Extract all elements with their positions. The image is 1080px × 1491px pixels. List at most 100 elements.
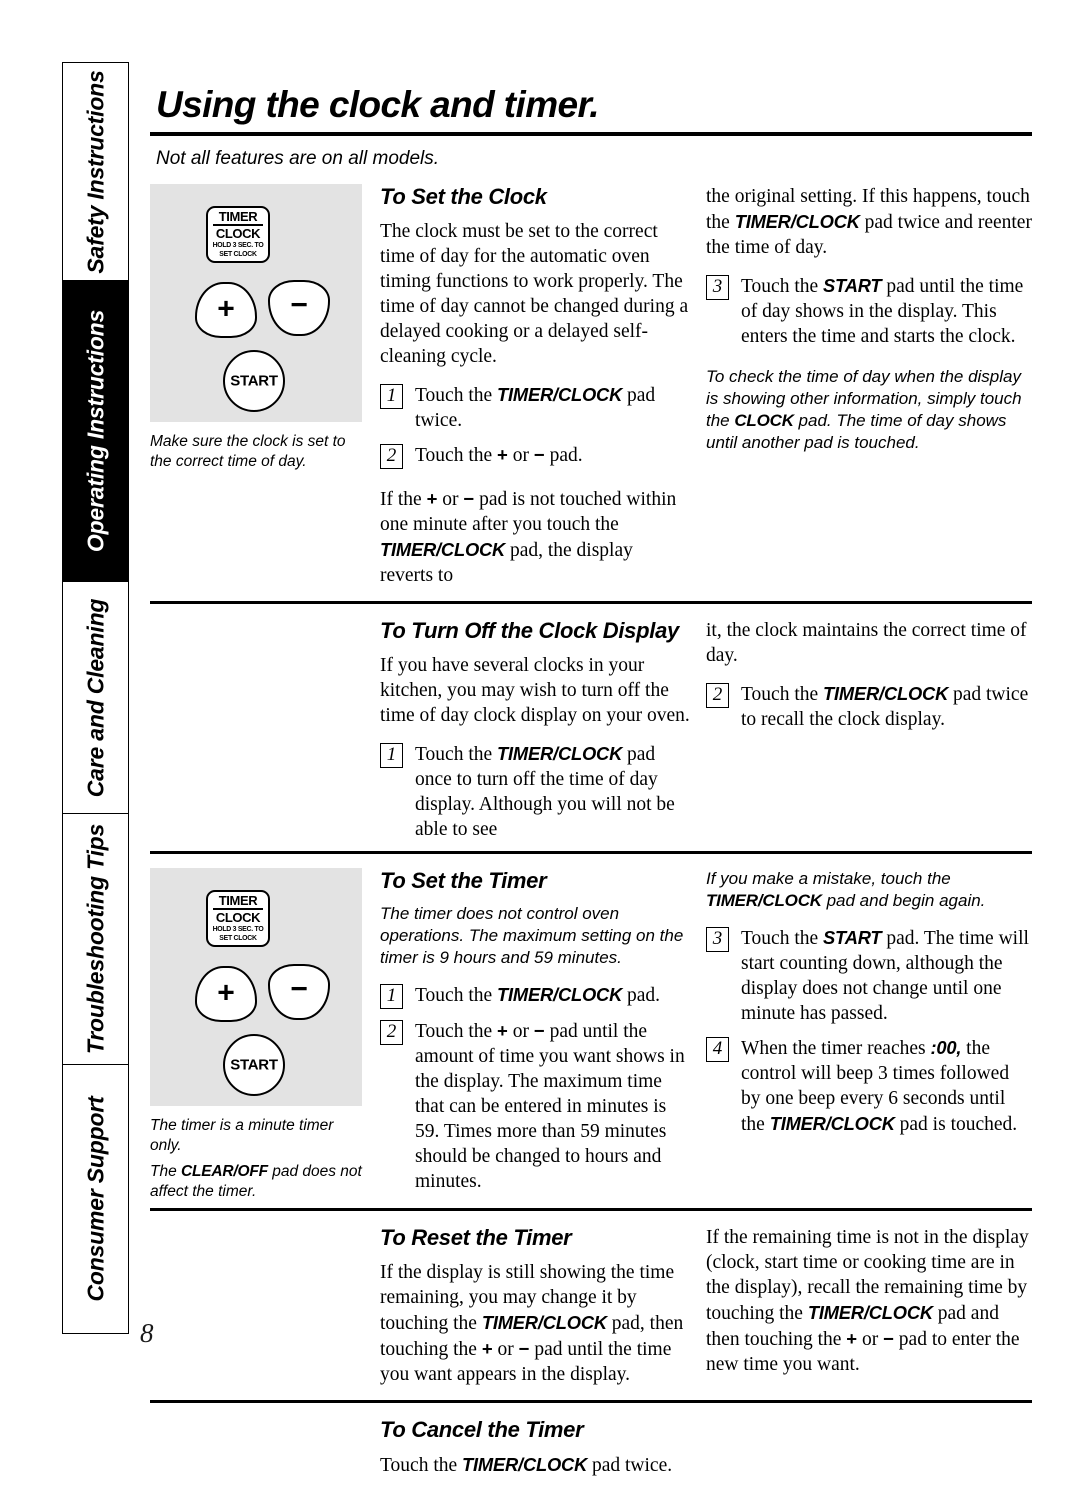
continued-paragraph: the original setting. If this happens, t… — [706, 184, 1032, 260]
start-pad-icon[interactable]: START — [223, 1034, 285, 1096]
step-number: 3 — [706, 275, 729, 300]
pad-name: START — [823, 927, 882, 948]
sidebar-item-safety-instructions[interactable]: Safety Instructions — [62, 62, 129, 281]
timer-value: :00, — [930, 1037, 962, 1058]
step-text-pre: When the timer reaches — [741, 1038, 931, 1059]
body-paragraph: If the remaining time is not in the disp… — [706, 1225, 1032, 1377]
note-paragraph: If you make a mistake, touch the TIMER/C… — [706, 868, 1032, 912]
sidebar-item-label: Safety Instructions — [82, 69, 108, 274]
step-text: Touch the START pad until the time of da… — [741, 273, 1032, 349]
note-post: pad and begin again. — [821, 891, 986, 910]
step-number: 1 — [380, 743, 403, 768]
pad-name: TIMER/CLOCK — [734, 211, 860, 232]
pad-name: TIMER/CLOCK — [807, 1302, 933, 1323]
control-panel-graphic: TIMER CLOCK HOLD 3 SEC. TO SET CLOCK + −… — [150, 184, 362, 422]
pad-name: TIMER/CLOCK — [706, 891, 822, 910]
sidebar-item-label: Consumer Support — [82, 1096, 108, 1302]
step-1: 1 Touch the TIMER/CLOCK pad. — [380, 982, 690, 1009]
sidebar-item-troubleshooting-tips[interactable]: Troubleshooting Tips — [62, 812, 129, 1066]
pad-name: TIMER/CLOCK — [481, 1312, 607, 1333]
timer-label: TIMER — [218, 893, 258, 908]
step-number: 2 — [380, 1020, 403, 1045]
step-3: 3 Touch the START pad until the time of … — [706, 273, 1032, 349]
column-turn-off-left: To Turn Off the Clock Display If you hav… — [380, 618, 706, 851]
section-turn-off-clock-display: To Turn Off the Clock Display If you hav… — [150, 604, 1032, 851]
minus-glyph: − — [290, 972, 308, 1006]
minus-symbol: − — [533, 444, 545, 465]
minus-pad-icon[interactable]: − — [268, 964, 330, 1020]
pad-name: TIMER/CLOCK — [497, 743, 623, 764]
sidebar-item-operating-instructions[interactable]: Operating Instructions — [62, 279, 129, 583]
step-number: 2 — [706, 683, 729, 708]
step-text-pre: Touch the — [741, 684, 824, 705]
sidebar-item-consumer-support[interactable]: Consumer Support — [62, 1064, 129, 1334]
step-text-pre: Touch the — [415, 985, 498, 1006]
sidebar-item-care-and-cleaning[interactable]: Care and Cleaning — [62, 581, 129, 814]
step-2: 2 Touch the + or − pad. — [380, 442, 690, 469]
step-text: Touch the TIMER/CLOCK pad twice. — [415, 382, 690, 433]
step-text: Touch the START pad. The time will start… — [741, 925, 1032, 1026]
step-text: Touch the TIMER/CLOCK pad once to turn o… — [415, 741, 690, 842]
section-set-the-clock: TIMER CLOCK HOLD 3 SEC. TO SET CLOCK + −… — [150, 170, 1032, 601]
pad-name: TIMER/CLOCK — [380, 539, 506, 560]
section-heading: To Set the Clock — [380, 184, 547, 209]
pad-name: TIMER/CLOCK — [823, 683, 949, 704]
sidebar-item-label: Care and Cleaning — [82, 598, 108, 797]
step-2: 2 Touch the + or − pad until the amount … — [380, 1018, 690, 1194]
step-text-pre: Touch the — [741, 928, 824, 949]
intro-paragraph: If you have several clocks in your kitch… — [380, 655, 690, 726]
start-label: START — [230, 1056, 278, 1074]
minus-symbol: − — [533, 1020, 545, 1041]
conjunction: or — [507, 1021, 534, 1042]
pad-name: TIMER/CLOCK — [497, 384, 623, 405]
plus-symbol: + — [426, 488, 438, 509]
step-4: 4 When the timer reaches :00, the contro… — [706, 1035, 1032, 1137]
step-text-pre: Touch the — [415, 1021, 498, 1042]
figure-clock-control-panel: TIMER CLOCK HOLD 3 SEC. TO SET CLOCK + −… — [150, 184, 380, 478]
hold-hint-line2: SET CLOCK — [219, 248, 257, 258]
step-text-pre: Touch the — [415, 744, 498, 765]
step-number: 1 — [380, 984, 403, 1009]
column-set-timer-left: To Set the Timer The timer does not cont… — [380, 868, 706, 1203]
plus-pad-icon[interactable]: + — [195, 282, 257, 338]
start-pad-icon[interactable]: START — [223, 350, 285, 412]
step-text-pre: Touch the — [741, 276, 824, 297]
minus-symbol: − — [883, 1328, 894, 1349]
caption-text: Make sure the clock is set to the correc… — [150, 433, 346, 470]
sidebar-tabs: Safety Instructions Operating Instructio… — [62, 62, 129, 1334]
sidebar-item-label: Operating Instructions — [82, 309, 108, 553]
minus-pad-icon[interactable]: − — [268, 280, 330, 336]
section-heading: To Set the Timer — [380, 868, 547, 893]
page-title: Using the clock and timer. — [156, 84, 600, 125]
continuation-paragraph: If the + or − pad is not touched within … — [380, 486, 690, 588]
hold-hint-line2: SET CLOCK — [219, 932, 257, 942]
step-text-post: pad until the amount of time you want sh… — [415, 1021, 685, 1192]
pad-name: TIMER/CLOCK — [462, 1454, 588, 1475]
start-label: START — [230, 372, 278, 390]
clock-label: CLOCK — [215, 226, 261, 241]
section-heading: To Turn Off the Clock Display — [380, 618, 679, 643]
intro-paragraph: The clock must be set to the correct tim… — [380, 221, 689, 367]
conjunction: or — [857, 1329, 884, 1350]
title-rule — [150, 132, 1032, 136]
section-set-the-timer: TIMER CLOCK HOLD 3 SEC. TO SET CLOCK + −… — [150, 854, 1032, 1208]
column-cancel-timer: To Cancel the Timer Touch the TIMER/CLOC… — [380, 1417, 1032, 1491]
conjunction: or — [437, 489, 464, 510]
plus-glyph: + — [217, 292, 235, 326]
timer-clock-pad-icon[interactable]: TIMER CLOCK HOLD 3 SEC. TO SET CLOCK — [206, 890, 270, 947]
step-number: 1 — [380, 384, 403, 409]
note-paragraph: To check the time of day when the displa… — [706, 366, 1032, 454]
body-paragraph: Touch the TIMER/CLOCK pad twice. — [380, 1452, 1016, 1478]
plus-pad-icon[interactable]: + — [195, 966, 257, 1022]
figure-caption: The timer is a minute timer only. The CL… — [150, 1116, 362, 1202]
timer-clock-pad-icon[interactable]: TIMER CLOCK HOLD 3 SEC. TO SET CLOCK — [206, 206, 270, 263]
step-text: Touch the TIMER/CLOCK pad. — [415, 982, 660, 1008]
step-number: 3 — [706, 927, 729, 952]
step-1: 1 Touch the TIMER/CLOCK pad twice. — [380, 382, 690, 433]
step-number: 4 — [706, 1037, 729, 1062]
step-text-pre: Touch the — [415, 445, 498, 466]
text-pre: Touch the — [380, 1455, 463, 1476]
page-subtitle: Not all features are on all models. — [156, 148, 440, 169]
note-paragraph: The timer does not control oven operatio… — [380, 904, 684, 967]
